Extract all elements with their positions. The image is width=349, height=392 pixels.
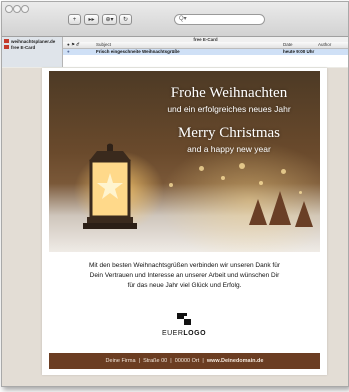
column-subject[interactable]: Subject (96, 42, 111, 48)
new-message-button[interactable]: + (68, 14, 81, 25)
greeting-english: Merry Christmas (177, 125, 281, 141)
greeting-english-sub: and a happy new year (187, 144, 271, 154)
greeting-german-sub: und ein erfolgreiches neues Jahr (167, 104, 291, 114)
column-date[interactable]: Date (283, 42, 293, 48)
table-row[interactable]: ● Frisch eingeschneite Weihnachtsgrüße h… (63, 49, 348, 55)
company-logo: EUERLOGO (142, 330, 226, 337)
close-window-button[interactable] (5, 5, 13, 13)
lantern-icon (83, 143, 137, 229)
logo-prefix: EUER (161, 330, 184, 337)
email-footer: Deine Firma | Straße 00 | 00000 Ort | ww… (49, 353, 320, 369)
footer-separator: | (138, 358, 140, 364)
sidebar-item-weihnachtsplaner[interactable]: weihnachtsplaner.de (4, 39, 55, 44)
sidebar-item-free-ecard[interactable]: free E-Card (4, 45, 35, 50)
footer-separator: | (170, 358, 172, 364)
column-author[interactable]: Author (318, 42, 331, 48)
forward-button[interactable]: ▸▸ (84, 14, 99, 25)
tree-icon (295, 201, 313, 227)
mailbox-sidebar: weihnachtsplaner.de free E-Card (2, 37, 63, 67)
toolbar: + ▸▸ ⊕▾ ↻ Q▾ (2, 2, 348, 37)
mail-window: + ▸▸ ⊕▾ ↻ Q▾ weihnachtsplaner.de free E-… (1, 1, 349, 387)
column-flags[interactable]: ● ⚑ 𝒪 (67, 42, 79, 48)
email-message: Mit den besten Weihnachtsgrüßen verbinde… (54, 261, 315, 291)
sidebar-item-label: free E-Card (11, 45, 36, 50)
row-subject: Frisch eingeschneite Weihnachtsgrüße (96, 49, 180, 54)
message-list-header: ● ⚑ 𝒪 Subject Date Author (63, 42, 348, 49)
email-card: Frohe Weihnachten und ein erfolgreiches … (42, 68, 327, 375)
christmas-banner: Frohe Weihnachten und ein erfolgreiches … (49, 71, 320, 252)
mail-columns: weihnachtsplaner.de free E-Card free E-C… (2, 37, 348, 67)
tree-icon (249, 199, 267, 225)
action-menu-button[interactable]: ⊕▾ (102, 14, 117, 25)
greeting-german: Frohe Weihnachten (170, 85, 288, 101)
message-line: für das neue Jahr viel Glück und Erfolg. (127, 282, 242, 289)
footer-website-link[interactable]: www.Deinedomain.de (207, 358, 264, 364)
zoom-window-button[interactable] (21, 5, 29, 13)
message-line: Dein Vertrauen und Interesse an unserer … (89, 272, 280, 279)
mailbox-icon (4, 39, 9, 43)
footer-company: Deine Firma (105, 358, 136, 364)
message-line: Mit den besten Weihnachtsgrüßen verbinde… (88, 262, 280, 269)
mailbox-icon (4, 45, 9, 49)
message-preview[interactable]: Frohe Weihnachten und ein erfolgreiches … (2, 68, 348, 386)
footer-street: Straße 00 (143, 358, 168, 364)
logo-suffix: LOGO (183, 330, 207, 337)
refresh-button[interactable]: ↻ (119, 14, 132, 25)
footer-separator: | (202, 358, 204, 364)
sidebar-item-label: weihnachtsplaner.de (11, 39, 56, 44)
footer-city: 00000 Ort (174, 358, 200, 364)
unread-dot-icon: ● (67, 49, 70, 54)
row-date: heute 9:00 Uhr (283, 49, 315, 54)
search-input[interactable]: Q▾ (174, 14, 265, 25)
logo-icon (177, 313, 191, 325)
message-list: free E-Card ● ⚑ 𝒪 Subject Date Author ● … (63, 37, 348, 67)
minimize-window-button[interactable] (13, 5, 21, 13)
tree-icon (269, 191, 291, 225)
